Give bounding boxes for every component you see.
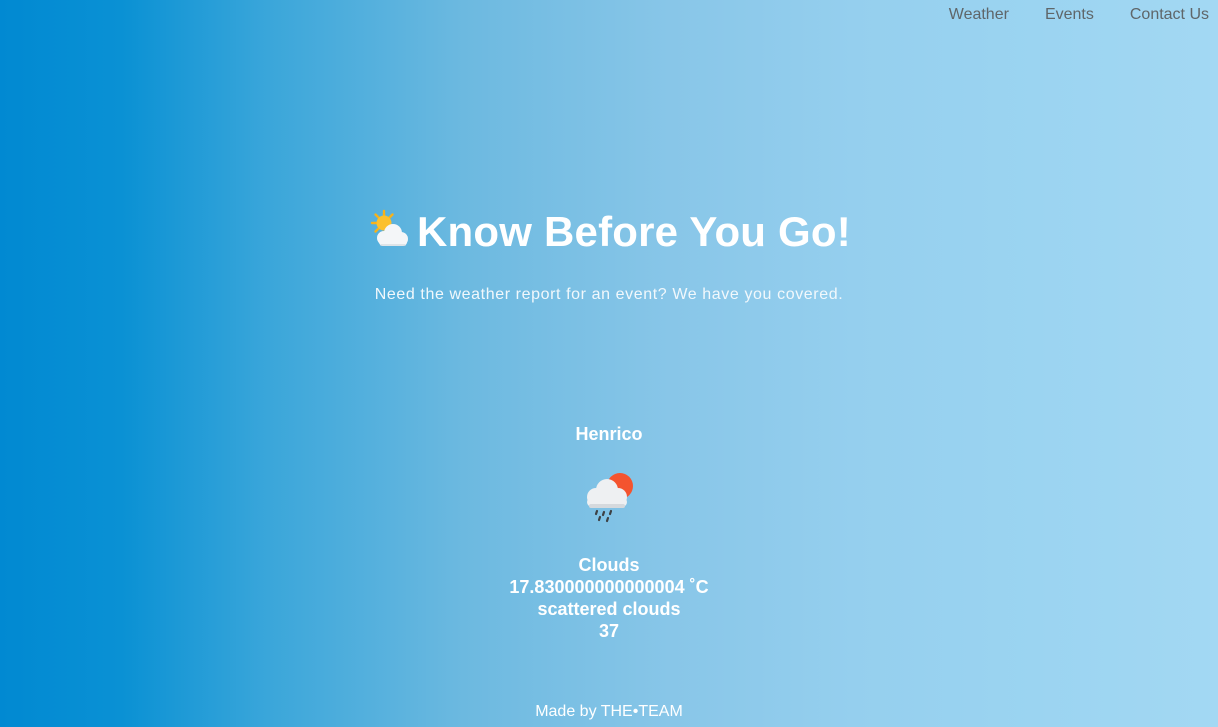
nav-weather-link[interactable]: Weather [949,5,1009,25]
cloud-sun-rain-icon [587,473,633,523]
weather-details: Clouds 17.830000000000004 ˚C scattered c… [0,554,1218,642]
weather-card: Henrico Clouds 17.830000000000004 ˚C sca… [0,423,1218,642]
temperature: 17.830000000000004 ˚C [509,577,709,597]
nav-contact-us-link[interactable]: Contact Us [1130,5,1209,25]
hero-subtitle: Need the weather report for an event? We… [374,286,844,303]
hero-section: Know Before You Go! Need the weather rep… [0,204,1218,304]
hero-heading: Know Before You Go! [0,204,1218,260]
sun-behind-cloud-icon [370,209,409,246]
top-nav: Weather Events Contact Us [949,5,1209,25]
humidity-value: 37 [598,621,620,641]
weather-description: scattered clouds [537,599,681,619]
weather-main: Clouds [578,555,640,575]
nav-events-link[interactable]: Events [1045,5,1094,25]
hero-title-text: Know Before You Go! [417,208,851,255]
city-name: Henrico [575,424,643,444]
footer: Made by THE•TEAM [535,703,683,720]
